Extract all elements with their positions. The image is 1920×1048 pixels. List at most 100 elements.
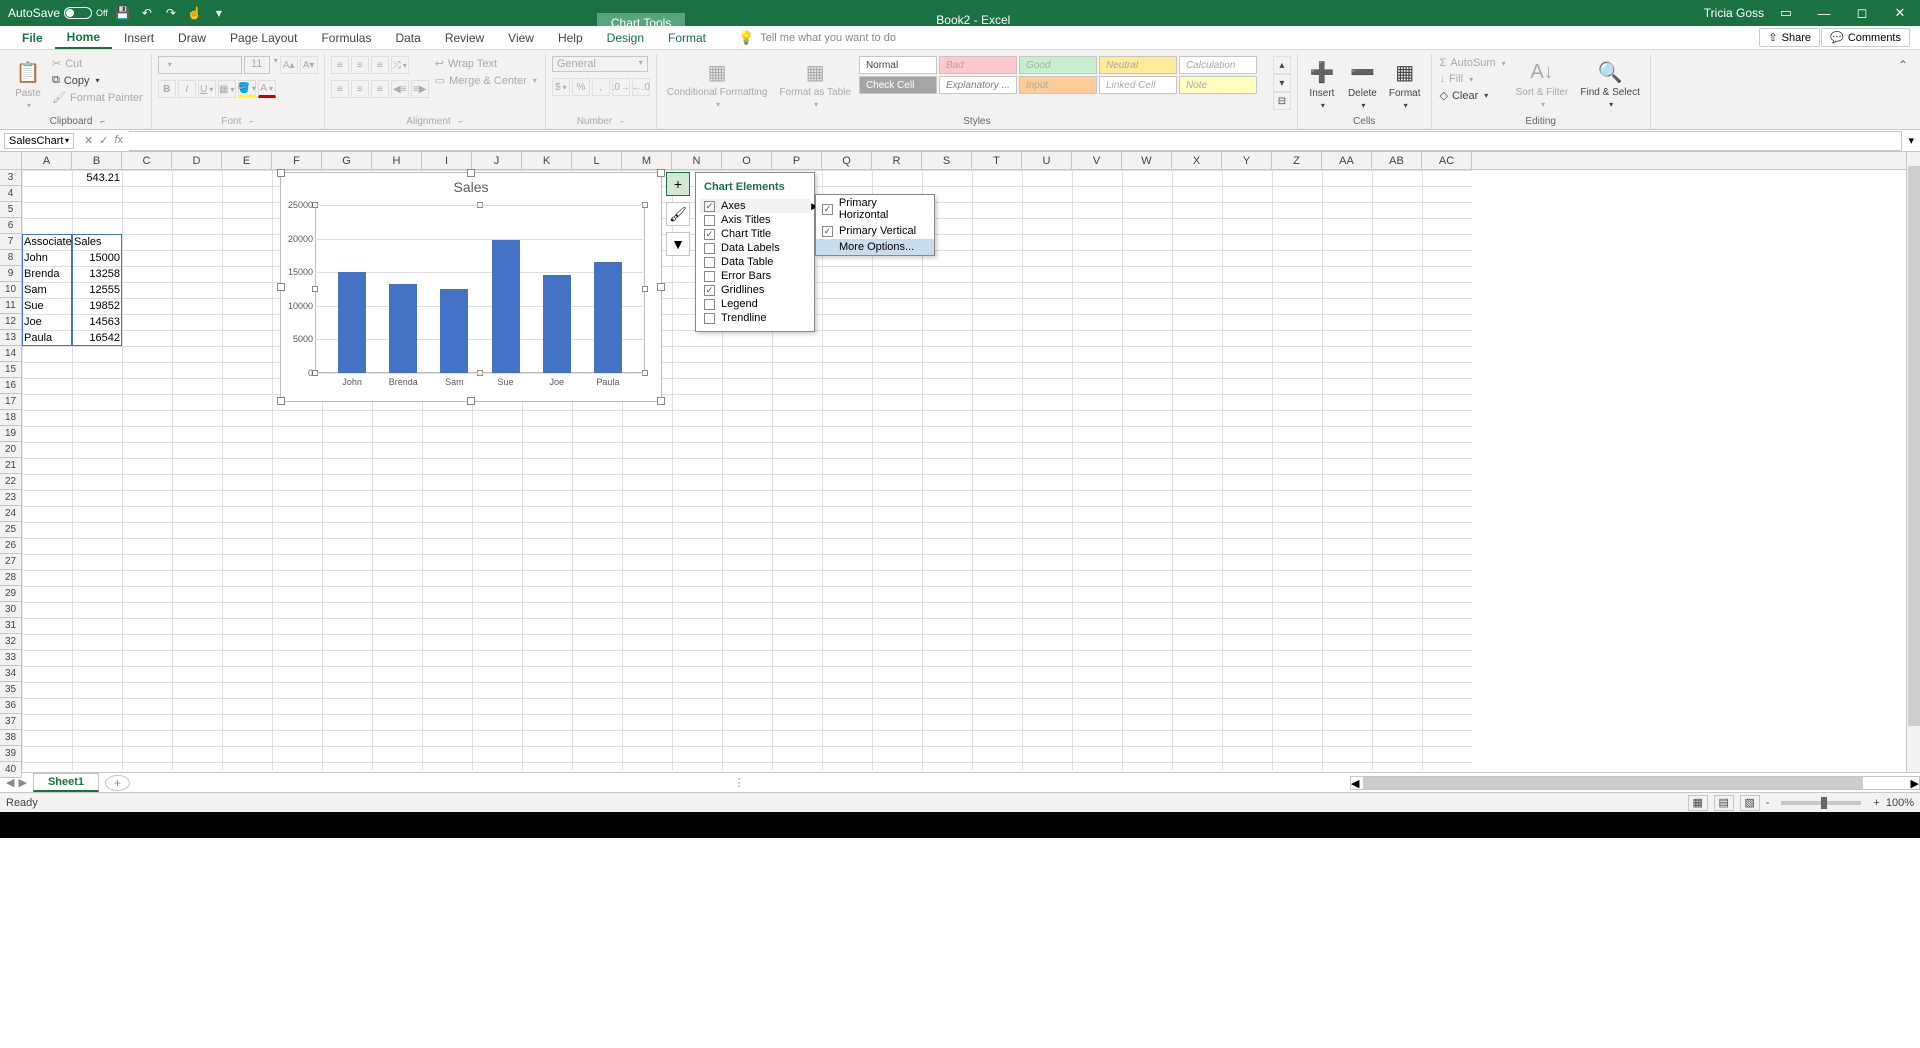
chart-element-item[interactable]: Trendline xyxy=(700,311,810,325)
chart-filters-button[interactable]: ▼ xyxy=(666,232,690,256)
column-header[interactable]: N xyxy=(672,152,722,169)
chart-handle[interactable] xyxy=(277,169,285,177)
cell-a7[interactable]: Associate xyxy=(22,234,72,250)
row-header[interactable]: 16 xyxy=(0,378,22,394)
align-top-icon[interactable]: ≡ xyxy=(331,56,349,74)
cell-b13[interactable]: 16542 xyxy=(72,330,122,346)
normal-view-icon[interactable]: ▦ xyxy=(1688,795,1708,811)
styles-gallery-more-icon[interactable]: ⊟ xyxy=(1273,92,1291,110)
tab-home[interactable]: Home xyxy=(55,27,112,49)
tab-insert[interactable]: Insert xyxy=(112,28,166,48)
column-header[interactable]: O xyxy=(722,152,772,169)
copy-button[interactable]: ⧉Copy▾ xyxy=(50,73,145,88)
cell-a10[interactable]: Sam xyxy=(22,282,72,298)
format-painter-button[interactable]: 🖌Format Painter xyxy=(50,90,145,105)
select-all-triangle[interactable] xyxy=(0,152,22,169)
column-header[interactable]: F xyxy=(272,152,322,169)
cut-button[interactable]: ✂Cut xyxy=(50,56,145,71)
font-size-dropdown[interactable]: 11 xyxy=(244,56,270,74)
chart-element-sub-item[interactable]: ✓Primary Horizontal xyxy=(816,195,934,223)
column-header[interactable]: S xyxy=(922,152,972,169)
zoom-slider[interactable] xyxy=(1781,801,1861,805)
inc-decimal-icon[interactable]: .0→ xyxy=(612,78,630,96)
chart-handle[interactable] xyxy=(657,283,665,291)
scroll-right-icon[interactable]: ▶ xyxy=(1911,777,1919,789)
row-header[interactable]: 38 xyxy=(0,730,22,746)
windows-taskbar[interactable] xyxy=(0,812,1920,838)
chart-element-sub-item[interactable]: More Options... xyxy=(816,239,934,255)
chart-bar[interactable] xyxy=(492,240,520,373)
tab-review[interactable]: Review xyxy=(433,28,496,48)
share-button[interactable]: ⇧Share xyxy=(1759,28,1820,47)
conditional-formatting-button[interactable]: ▦Conditional Formatting▾ xyxy=(663,56,772,111)
checkbox-icon[interactable]: ✓ xyxy=(822,204,833,215)
font-family-dropdown[interactable]: ▾ xyxy=(158,56,242,74)
column-header[interactable]: X xyxy=(1172,152,1222,169)
column-header[interactable]: Y xyxy=(1222,152,1272,169)
plot-handle[interactable] xyxy=(642,286,648,292)
insert-cells-button[interactable]: ➕Insert▾ xyxy=(1304,56,1340,112)
row-header[interactable]: 8 xyxy=(0,250,22,266)
shrink-font-icon[interactable]: A▾ xyxy=(300,56,318,74)
row-header[interactable]: 28 xyxy=(0,570,22,586)
fill-button[interactable]: ↓Fill▾ xyxy=(1438,72,1508,86)
chart-handle[interactable] xyxy=(277,397,285,405)
column-header[interactable]: U xyxy=(1022,152,1072,169)
number-launcher-icon[interactable]: ⌐ xyxy=(620,117,625,126)
worksheet-grid[interactable]: ABCDEFGHIJKLMNOPQRSTUVWXYZAAABAC 3456789… xyxy=(0,152,1920,772)
cancel-formula-icon[interactable]: ✕ xyxy=(84,134,93,147)
fill-color-button[interactable]: 🪣▾ xyxy=(238,80,256,98)
column-header[interactable]: I xyxy=(422,152,472,169)
column-header[interactable]: Q xyxy=(822,152,872,169)
zoom-out-button[interactable]: - xyxy=(1766,797,1770,809)
row-header[interactable]: 25 xyxy=(0,522,22,538)
horizontal-scrollbar[interactable]: ◀▶ xyxy=(1350,776,1920,790)
cell-a8[interactable]: John xyxy=(22,250,72,266)
row-header[interactable]: 9 xyxy=(0,266,22,282)
column-header[interactable]: H xyxy=(372,152,422,169)
row-header[interactable]: 26 xyxy=(0,538,22,554)
embedded-chart[interactable]: Sales 0500010000150002000025000JohnBrend… xyxy=(280,172,662,402)
chart-element-item[interactable]: ✓Gridlines xyxy=(700,283,810,297)
row-header[interactable]: 22 xyxy=(0,474,22,490)
comments-button[interactable]: 💬Comments xyxy=(1821,28,1910,47)
qat-customize-icon[interactable]: ▾ xyxy=(210,4,228,22)
column-header[interactable]: R xyxy=(872,152,922,169)
expand-formula-bar-icon[interactable]: ▾ xyxy=(1902,134,1920,147)
align-right-icon[interactable]: ≡ xyxy=(371,80,389,98)
column-header[interactable]: W xyxy=(1122,152,1172,169)
checkbox-icon[interactable] xyxy=(704,215,715,226)
chart-bar[interactable] xyxy=(338,272,366,373)
row-header[interactable]: 20 xyxy=(0,442,22,458)
row-header[interactable]: 11 xyxy=(0,298,22,314)
alignment-launcher-icon[interactable]: ⌐ xyxy=(459,117,464,126)
chart-styles-button[interactable]: 🖌 xyxy=(666,202,690,226)
column-header[interactable]: C xyxy=(122,152,172,169)
column-header[interactable]: P xyxy=(772,152,822,169)
row-header[interactable]: 36 xyxy=(0,698,22,714)
row-header[interactable]: 24 xyxy=(0,506,22,522)
row-header[interactable]: 18 xyxy=(0,410,22,426)
row-header[interactable]: 7 xyxy=(0,234,22,250)
checkbox-icon[interactable] xyxy=(704,299,715,310)
chart-element-item[interactable]: Data Labels xyxy=(700,241,810,255)
tab-help[interactable]: Help xyxy=(546,28,595,48)
column-header[interactable]: V xyxy=(1072,152,1122,169)
sort-filter-button[interactable]: A↓Sort & Filter▾ xyxy=(1512,56,1573,111)
font-color-button[interactable]: A▾ xyxy=(258,80,276,98)
row-header[interactable]: 14 xyxy=(0,346,22,362)
cell-a13[interactable]: Paula xyxy=(22,330,72,346)
chart-element-item[interactable]: Legend xyxy=(700,297,810,311)
orientation-icon[interactable]: ⤮▾ xyxy=(391,56,409,74)
chart-plot-area[interactable]: 0500010000150002000025000JohnBrendaSamSu… xyxy=(315,205,645,373)
chart-bar[interactable] xyxy=(543,275,571,373)
row-header[interactable]: 39 xyxy=(0,746,22,762)
cell-a12[interactable]: Joe xyxy=(22,314,72,330)
checkbox-icon[interactable] xyxy=(704,243,715,254)
page-layout-view-icon[interactable]: ▤ xyxy=(1714,795,1734,811)
format-as-table-button[interactable]: ▦Format as Table▾ xyxy=(775,56,855,111)
checkbox-icon[interactable]: ✓ xyxy=(704,229,715,240)
sheet-tab-sheet1[interactable]: Sheet1 xyxy=(33,773,99,792)
name-box[interactable]: SalesChart▾ xyxy=(4,133,74,149)
scroll-left-icon[interactable]: ◀ xyxy=(1351,777,1359,789)
